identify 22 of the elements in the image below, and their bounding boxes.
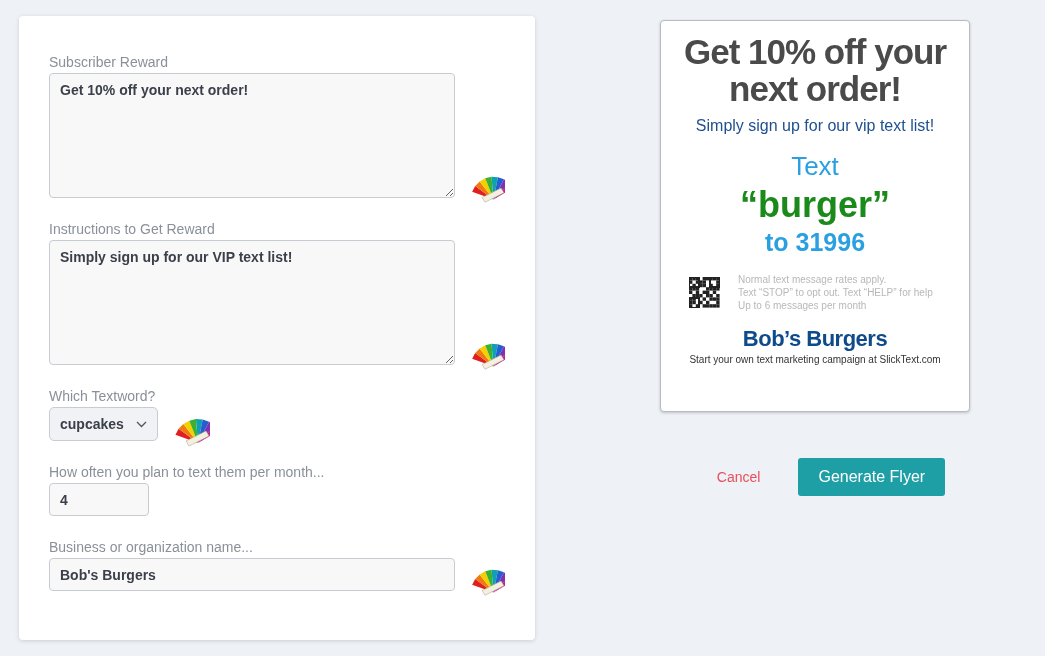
flyer-business-name: Bob’s Burgers bbox=[742, 326, 888, 352]
flyer-keyword: “burger” bbox=[740, 184, 890, 226]
flyer-text-label: Text bbox=[791, 151, 839, 182]
field-label: Which Textword? bbox=[49, 388, 156, 404]
disclaimer-line: Text “STOP” to opt out. Text “HELP” for help bbox=[738, 286, 933, 299]
field-label: How often you plan to text them per month... bbox=[49, 464, 325, 480]
chevron-down-icon bbox=[135, 420, 147, 428]
flyer-shortcode: to 31996 bbox=[764, 228, 866, 257]
flyer-footer: Start your own text marketing campaign at SlickText.com bbox=[689, 354, 941, 365]
field-label: Subscriber Reward bbox=[49, 54, 169, 70]
disclaimer-line: Normal text message rates apply. bbox=[738, 273, 888, 286]
input-field[interactable]: Bob's Burgers bbox=[49, 558, 456, 591]
disclaimer-line: Up to 6 messages per month bbox=[738, 299, 868, 312]
dropdown[interactable]: cupcakes bbox=[49, 407, 158, 441]
field-label: Instructions to Get Reward bbox=[49, 221, 215, 237]
qr-code-icon bbox=[689, 277, 720, 308]
input-field[interactable]: 4 bbox=[49, 483, 149, 516]
text-area[interactable]: Simply sign up for our VIP text list! bbox=[49, 240, 456, 365]
text-area[interactable]: Get 10% off your next order! bbox=[49, 73, 456, 198]
field-label: Business or organization name... bbox=[49, 539, 253, 555]
flyer-subline: Simply sign up for our vip text list! bbox=[695, 117, 935, 135]
flyer-headline: Get 10% off your next order! bbox=[682, 33, 948, 107]
